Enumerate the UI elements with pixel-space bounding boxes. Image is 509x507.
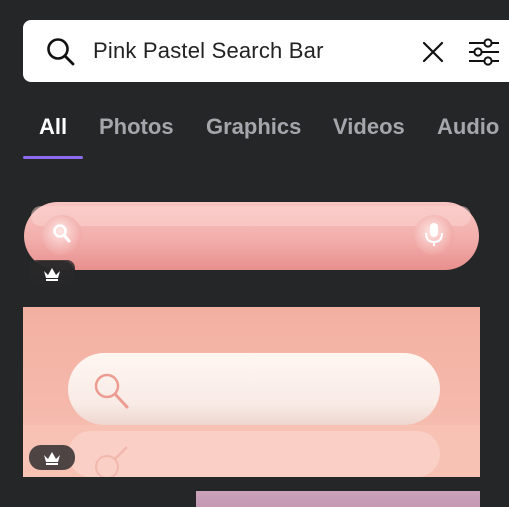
search-bar[interactable]: Pink Pastel Search Bar: [23, 20, 509, 82]
result-pink-search-bar[interactable]: [23, 200, 480, 275]
tab-graphics[interactable]: Graphics: [206, 114, 301, 140]
category-tabs: All Photos Graphics Videos Audio: [23, 110, 509, 160]
result-mauve-image[interactable]: [196, 491, 480, 507]
active-tab-indicator: [23, 156, 83, 159]
tab-videos[interactable]: Videos: [333, 114, 405, 140]
premium-badge: [29, 445, 75, 470]
search-icon: [47, 38, 75, 66]
tab-audio[interactable]: Audio: [437, 114, 499, 140]
filter-sliders-icon[interactable]: [467, 36, 501, 68]
crown-icon: [44, 267, 60, 281]
crown-icon: [44, 451, 60, 465]
close-icon[interactable]: [421, 40, 445, 64]
tab-photos[interactable]: Photos: [99, 114, 174, 140]
result-thumbnail: [23, 307, 480, 477]
search-input[interactable]: Pink Pastel Search Bar: [93, 38, 324, 64]
result-thumbnail: [24, 202, 479, 270]
premium-badge: [29, 261, 75, 286]
result-white-search-bar-photo[interactable]: [23, 307, 480, 477]
tab-all[interactable]: All: [39, 114, 67, 140]
